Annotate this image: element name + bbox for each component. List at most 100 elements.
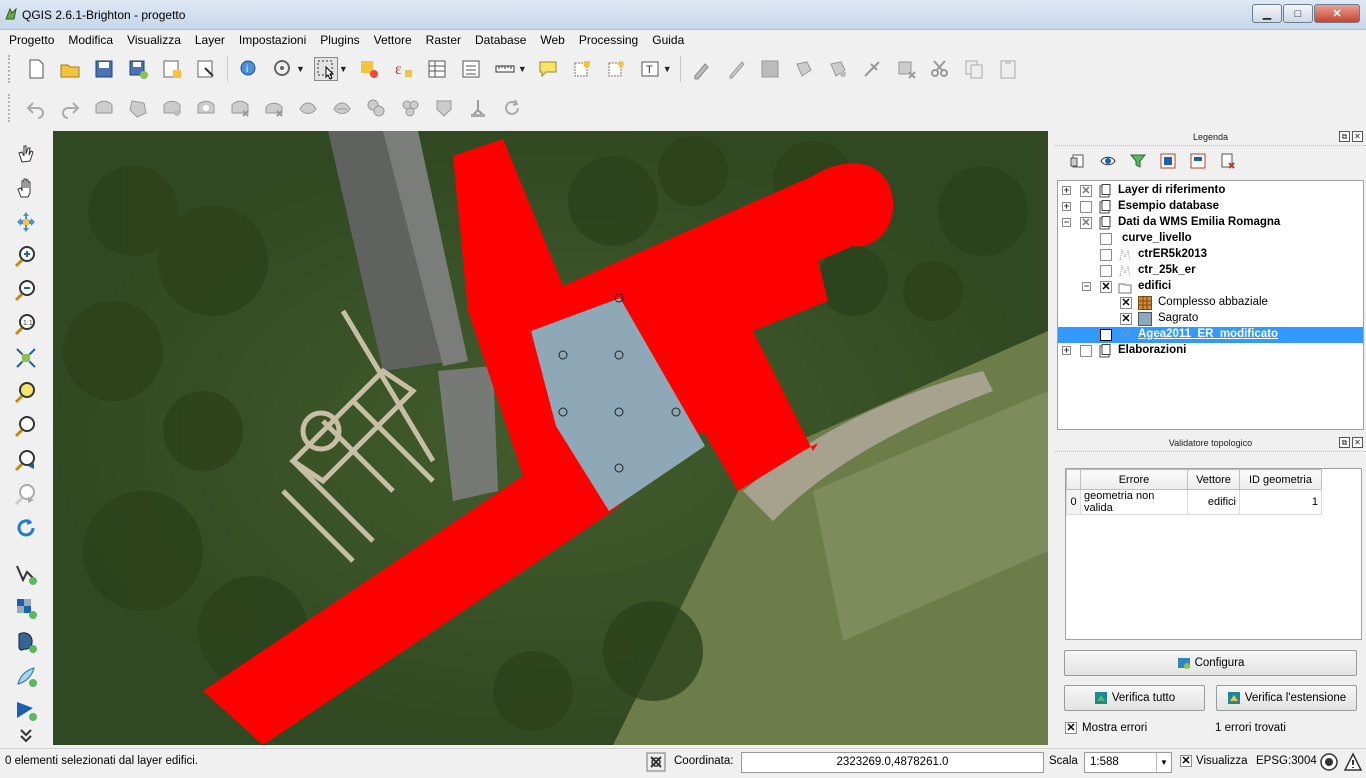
add-spatialite-icon[interactable] bbox=[12, 662, 40, 690]
statistics-icon[interactable] bbox=[459, 57, 483, 81]
new-bookmark-icon[interactable] bbox=[570, 57, 594, 81]
dropdown-arrow-icon[interactable]: ▼ bbox=[663, 64, 672, 74]
cell-errore[interactable]: geometria non valida bbox=[1080, 489, 1188, 515]
float-panel-button[interactable]: ⧉ bbox=[1339, 131, 1350, 142]
scale-combobox[interactable]: 1:588 ▼ bbox=[1084, 752, 1172, 773]
undo-icon[interactable] bbox=[24, 96, 48, 120]
expression-select-icon[interactable]: ε bbox=[391, 57, 415, 81]
crs-globe-icon[interactable] bbox=[1319, 752, 1339, 772]
layer-tree-item[interactable]: ✕ Sagrato bbox=[1058, 311, 1363, 327]
split-features-icon[interactable] bbox=[364, 96, 388, 120]
new-print-composer-icon[interactable] bbox=[160, 57, 184, 81]
zoom-next-icon[interactable] bbox=[12, 480, 40, 508]
zoom-full-icon[interactable] bbox=[12, 344, 40, 372]
add-ring-icon[interactable] bbox=[126, 96, 150, 120]
minimize-button[interactable]: ▁ bbox=[1252, 4, 1282, 23]
save-as-icon[interactable] bbox=[126, 57, 150, 81]
layer-visibility-checkbox[interactable]: ✕ bbox=[1080, 217, 1092, 229]
layer-tree-item[interactable]: ctr_25k_er bbox=[1058, 263, 1363, 279]
show-bookmarks-icon[interactable] bbox=[604, 57, 628, 81]
fill-ring-icon[interactable] bbox=[194, 96, 218, 120]
close-panel-button[interactable]: ✕ bbox=[1352, 437, 1363, 448]
zoom-out-icon[interactable] bbox=[12, 276, 40, 304]
coordinate-field[interactable]: 2323269.0,4878261.0 bbox=[741, 752, 1044, 773]
layer-tree-item[interactable]: + Elaborazioni bbox=[1058, 343, 1363, 359]
toolbar-grip[interactable] bbox=[8, 94, 13, 122]
layer-visibility-checkbox[interactable] bbox=[1100, 233, 1112, 245]
cell-id-geometria[interactable]: 1 bbox=[1239, 489, 1322, 515]
verify-extent-button[interactable]: Verifica l'estensione bbox=[1216, 685, 1357, 711]
delete-selected-icon[interactable] bbox=[894, 57, 918, 81]
pan-to-selection-icon[interactable] bbox=[271, 57, 295, 81]
layer-visibility-checkbox[interactable] bbox=[1080, 345, 1092, 357]
add-group-icon[interactable] bbox=[1069, 152, 1087, 170]
menu-plugins[interactable]: Plugins bbox=[311, 30, 364, 50]
paste-features-icon[interactable] bbox=[996, 57, 1020, 81]
toggle-editing-icon[interactable] bbox=[724, 57, 748, 81]
expand-icon[interactable]: + bbox=[1062, 346, 1071, 355]
menu-impostazioni[interactable]: Impostazioni bbox=[230, 30, 311, 50]
menu-processing[interactable]: Processing bbox=[570, 30, 643, 50]
crs-status[interactable]: EPSG:3004 bbox=[1256, 755, 1317, 767]
attribute-table-icon[interactable] bbox=[425, 57, 449, 81]
zoom-layer-icon[interactable] bbox=[12, 412, 40, 440]
identify-icon[interactable]: i bbox=[237, 57, 261, 81]
node-tool-icon[interactable] bbox=[860, 57, 884, 81]
menu-web[interactable]: Web bbox=[531, 30, 569, 50]
layer-tree-item[interactable]: + ✕ Layer di riferimento bbox=[1058, 183, 1363, 199]
add-part-icon[interactable] bbox=[160, 96, 184, 120]
dropdown-arrow-icon[interactable]: ▼ bbox=[518, 64, 527, 74]
filter-legend-icon[interactable] bbox=[1129, 152, 1147, 170]
column-header-errore[interactable]: Errore bbox=[1080, 469, 1188, 490]
menu-raster[interactable]: Raster bbox=[417, 30, 466, 50]
zoom-native-icon[interactable]: 1:1 bbox=[12, 310, 40, 338]
show-errors-checkbox[interactable]: ✕ Mostra errori bbox=[1065, 722, 1147, 734]
expand-icon[interactable]: + bbox=[1062, 202, 1071, 211]
add-raster-icon[interactable] bbox=[12, 594, 40, 622]
layer-visibility-checkbox[interactable]: ✕ bbox=[1100, 281, 1112, 293]
add-wms-icon[interactable] bbox=[12, 696, 40, 724]
column-header-vettore[interactable]: Vettore bbox=[1187, 469, 1240, 490]
expand-all-icon[interactable] bbox=[1159, 152, 1177, 170]
more-icon[interactable] bbox=[12, 726, 40, 746]
menu-progetto[interactable]: Progetto bbox=[0, 30, 59, 50]
new-project-icon[interactable] bbox=[24, 57, 48, 81]
zoom-last-icon[interactable] bbox=[12, 446, 40, 474]
merge-attributes-icon[interactable] bbox=[466, 96, 490, 120]
collapse-all-icon[interactable] bbox=[1189, 152, 1207, 170]
close-panel-button[interactable]: ✕ bbox=[1352, 131, 1363, 142]
text-annotation-icon[interactable]: T bbox=[638, 57, 662, 81]
reshape-icon[interactable] bbox=[296, 96, 320, 120]
render-checkbox[interactable]: ✕ bbox=[1180, 755, 1192, 767]
menu-database[interactable]: Database bbox=[466, 30, 531, 50]
collapse-icon[interactable]: − bbox=[1062, 218, 1071, 227]
table-row[interactable]: 0 geometria non valida edifici 1 bbox=[1066, 489, 1322, 515]
layer-visibility-checkbox[interactable]: ✕ bbox=[1080, 185, 1092, 197]
layer-visibility-checkbox[interactable] bbox=[1100, 265, 1112, 277]
layer-visibility-checkbox[interactable]: ✕ bbox=[1120, 297, 1132, 309]
measure-icon[interactable] bbox=[493, 57, 517, 81]
layer-tree-item[interactable]: − ✕ Dati da WMS Emilia Romagna bbox=[1058, 215, 1363, 231]
show-errors-check-icon[interactable]: ✕ bbox=[1065, 722, 1077, 734]
add-feature-icon[interactable] bbox=[792, 57, 816, 81]
menu-guida[interactable]: Guida bbox=[643, 30, 689, 50]
map-tips-icon[interactable] bbox=[536, 57, 560, 81]
simplify-icon[interactable] bbox=[92, 96, 116, 120]
layer-tree-item[interactable]: + Esempio database bbox=[1058, 199, 1363, 215]
close-button[interactable]: ✕ bbox=[1314, 4, 1360, 23]
composer-manager-icon[interactable] bbox=[194, 57, 218, 81]
menu-vettore[interactable]: Vettore bbox=[365, 30, 417, 50]
delete-part-icon[interactable] bbox=[262, 96, 286, 120]
pan-map-icon[interactable] bbox=[12, 140, 40, 168]
layer-tree-item[interactable]: ✕ Agea2011_ER_modificato bbox=[1058, 327, 1363, 343]
float-panel-button[interactable]: ⧉ bbox=[1339, 437, 1350, 448]
coordinate-toggle-icon[interactable] bbox=[646, 752, 666, 772]
layer-visibility-checkbox[interactable] bbox=[1080, 201, 1092, 213]
verify-all-button[interactable]: Verifica tutto bbox=[1064, 685, 1205, 711]
deselect-icon[interactable] bbox=[357, 57, 381, 81]
layer-visibility-checkbox[interactable] bbox=[1100, 249, 1112, 261]
redo-icon[interactable] bbox=[58, 96, 82, 120]
pan-to-selection-icon[interactable] bbox=[12, 208, 40, 236]
messages-warning-icon[interactable] bbox=[1343, 752, 1363, 772]
layer-tree-item[interactable]: ctrER5k2013 bbox=[1058, 247, 1363, 263]
